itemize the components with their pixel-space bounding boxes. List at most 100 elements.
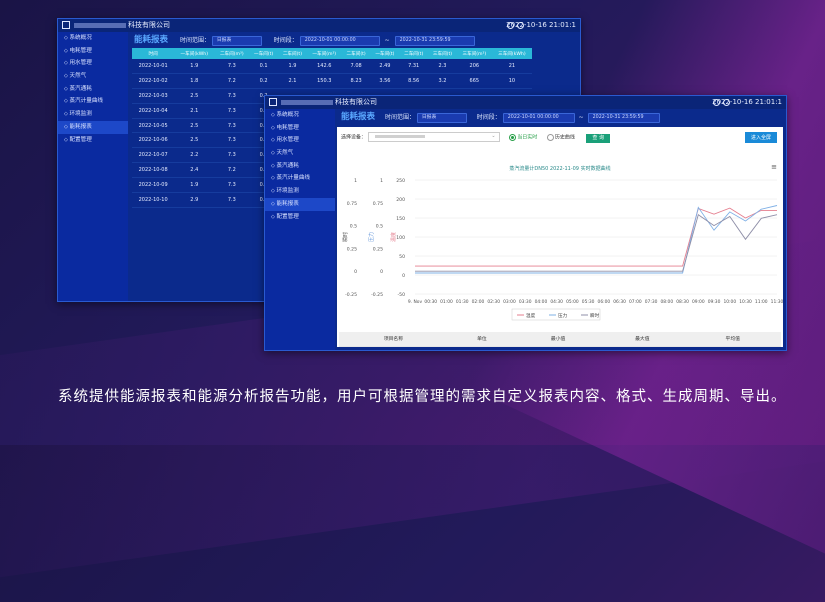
company-name: 科技有限公司 bbox=[128, 21, 170, 29]
sidebar-item[interactable]: 系统概况 bbox=[58, 32, 128, 45]
sidebar-item[interactable]: 能耗报表 bbox=[58, 120, 128, 134]
table-cell: 7.3 bbox=[214, 192, 250, 208]
legend-label: 瞬时 bbox=[590, 312, 600, 319]
time-range-select[interactable]: 日报表 bbox=[211, 35, 262, 46]
fullscreen-button[interactable]: 进入全屏 bbox=[744, 132, 777, 143]
table-cell: 2022-10-08 bbox=[132, 162, 175, 179]
x-tick-label: 04:00 bbox=[535, 299, 548, 305]
table-cell: 7.2 bbox=[214, 73, 250, 89]
y-axis-label: 压力 bbox=[368, 232, 375, 242]
table-cell: 7.3 bbox=[214, 147, 250, 164]
app-logo-icon bbox=[62, 21, 70, 29]
table-cell: 2022-10-02 bbox=[132, 73, 175, 89]
start-date-input[interactable]: 2022-10-01 00:00:00 bbox=[502, 112, 575, 123]
table-cell: 2.3 bbox=[428, 59, 457, 74]
sidebar-item[interactable]: 配置管理 bbox=[58, 134, 128, 147]
y-tick-label: 0 bbox=[402, 273, 405, 279]
table-cell: 7.3 bbox=[214, 59, 250, 74]
query-button[interactable]: 查 询 bbox=[586, 133, 611, 143]
x-tick-label: 09:30 bbox=[708, 299, 721, 305]
y-tick-label: 0.5 bbox=[376, 224, 383, 230]
x-tick-label: 05:00 bbox=[566, 299, 579, 305]
sidebar-item[interactable]: 蒸汽计量曲线 bbox=[265, 172, 335, 185]
sidebar-item[interactable]: 电耗管理 bbox=[58, 45, 128, 58]
sidebar-item[interactable]: 环境监测 bbox=[58, 108, 128, 121]
table-cell: 1.9 bbox=[174, 177, 215, 194]
sidebar-item[interactable]: 天然气 bbox=[265, 147, 335, 160]
app-logo-icon bbox=[269, 98, 277, 106]
table-cell: 206 bbox=[456, 59, 492, 74]
chart-panel: 选择设备： ⌄ 当日实时 历史曲线 查 询 进入全屏 蒸汽流量计DN50 202… bbox=[337, 127, 783, 350]
x-tick-label: 10:00 bbox=[723, 299, 736, 305]
x-tick-label: 9. Nov bbox=[408, 299, 423, 305]
column-header: 三车间(t) bbox=[428, 48, 457, 59]
table-cell: 0.1 bbox=[249, 59, 279, 74]
table-header-row: 时间 一车间(kWh) 二车间(m³) 一车间(t) 二车间(t) 一车间(m³) 二车间(… bbox=[132, 48, 532, 59]
end-date-input[interactable]: 2022-10-31 23:59:59 bbox=[587, 112, 660, 123]
x-tick-label: 00:30 bbox=[424, 299, 437, 305]
stats-row[interactable]: 温度℃23.4176.162.706 bbox=[339, 346, 781, 350]
y-axis-label: 瞬时 bbox=[342, 232, 349, 242]
hamburger-icon[interactable]: ≡ bbox=[771, 163, 777, 171]
sidebar-item[interactable]: 配置管理 bbox=[265, 211, 335, 224]
title-bar: 科技有限公司 2022-10-16 21:01:1 bbox=[265, 96, 786, 109]
column-header: 三车间(kWh) bbox=[491, 48, 532, 59]
sidebar-item[interactable]: 电耗管理 bbox=[265, 122, 335, 135]
column-header: 二车间(m³) bbox=[214, 48, 250, 59]
report-window-front: 科技有限公司 2022-10-16 21:01:1 系统概况电耗管理用水管理天然… bbox=[264, 95, 787, 351]
stats-header: 平均值 bbox=[684, 332, 781, 347]
sidebar-item[interactable]: 用水管理 bbox=[58, 57, 128, 70]
column-header: 二车间(t) bbox=[399, 48, 429, 59]
y-tick-label: -0.25 bbox=[345, 292, 357, 298]
sidebar-item[interactable]: 蒸汽通耗 bbox=[58, 83, 128, 96]
end-date-input[interactable]: 2022-10-31 23:59:59 bbox=[394, 35, 475, 46]
sidebar-item[interactable]: 蒸汽通耗 bbox=[265, 160, 335, 173]
column-header: 时间 bbox=[132, 48, 175, 59]
device-label: 选择设备： bbox=[341, 134, 367, 141]
table-cell: 2.1 bbox=[278, 73, 307, 89]
series-line bbox=[415, 205, 778, 274]
stats-header: 最小值 bbox=[515, 332, 601, 347]
table-cell: 2022-10-09 bbox=[132, 177, 175, 194]
x-tick-label: 07:00 bbox=[629, 299, 642, 305]
table-cell: 142.6 bbox=[306, 59, 342, 74]
sidebar-item[interactable]: 用水管理 bbox=[265, 134, 335, 147]
y-tick-label: 0.25 bbox=[347, 246, 357, 252]
sidebar-item[interactable]: 系统概况 bbox=[265, 109, 335, 122]
series-line bbox=[415, 213, 778, 272]
device-select[interactable]: ⌄ bbox=[367, 132, 500, 142]
table-cell: 2.4 bbox=[174, 162, 215, 179]
start-date-input[interactable]: 2022-10-01 00:00:00 bbox=[299, 35, 380, 46]
y-tick-label: 100 bbox=[396, 235, 405, 241]
y-tick-label: 1 bbox=[380, 178, 383, 184]
radio-realtime[interactable] bbox=[509, 133, 517, 141]
stats-cell: 23.4 bbox=[515, 346, 601, 350]
table-row: 2022-10-02 1.8 7.2 0.2 2.1 150.3 8.23 3.56 8.56 3… bbox=[132, 73, 532, 89]
y-tick-label: 1 bbox=[354, 178, 357, 184]
time-range-select[interactable]: 日报表 bbox=[416, 112, 467, 123]
column-header: 一车间(t) bbox=[249, 48, 279, 59]
table-cell: 150.3 bbox=[306, 73, 342, 89]
table-cell: 1.9 bbox=[174, 59, 215, 74]
table-cell: 8.56 bbox=[399, 73, 429, 89]
x-tick-label: 01:00 bbox=[440, 299, 453, 305]
table-cell: 1.8 bbox=[174, 73, 215, 89]
company-name: 科技有限公司 bbox=[335, 98, 377, 106]
sidebar-item[interactable]: 蒸汽计量曲线 bbox=[58, 95, 128, 108]
x-tick-label: 09:00 bbox=[692, 299, 705, 305]
sidebar-item[interactable]: 天然气 bbox=[58, 70, 128, 83]
y-tick-label: 150 bbox=[396, 216, 405, 222]
period-label: 时间段： bbox=[476, 114, 501, 121]
table-cell: 7.3 bbox=[214, 177, 250, 194]
stats-header: 单位 bbox=[447, 332, 516, 347]
y-tick-label: 0.75 bbox=[373, 201, 383, 207]
sidebar-item[interactable]: 环境监测 bbox=[265, 185, 335, 198]
table-cell: 2.5 bbox=[174, 88, 215, 104]
table-cell: 0.2 bbox=[249, 73, 279, 89]
table-cell: 7.08 bbox=[341, 59, 371, 74]
radio-history[interactable] bbox=[546, 133, 554, 141]
column-header: 二车间(t) bbox=[341, 48, 371, 59]
chart-title: 蒸汽流量计DN50 2022-11-09 实时数据曲线 bbox=[509, 166, 611, 172]
sidebar-item[interactable]: 能耗报表 bbox=[265, 197, 335, 211]
table-cell: 1.9 bbox=[278, 59, 307, 74]
